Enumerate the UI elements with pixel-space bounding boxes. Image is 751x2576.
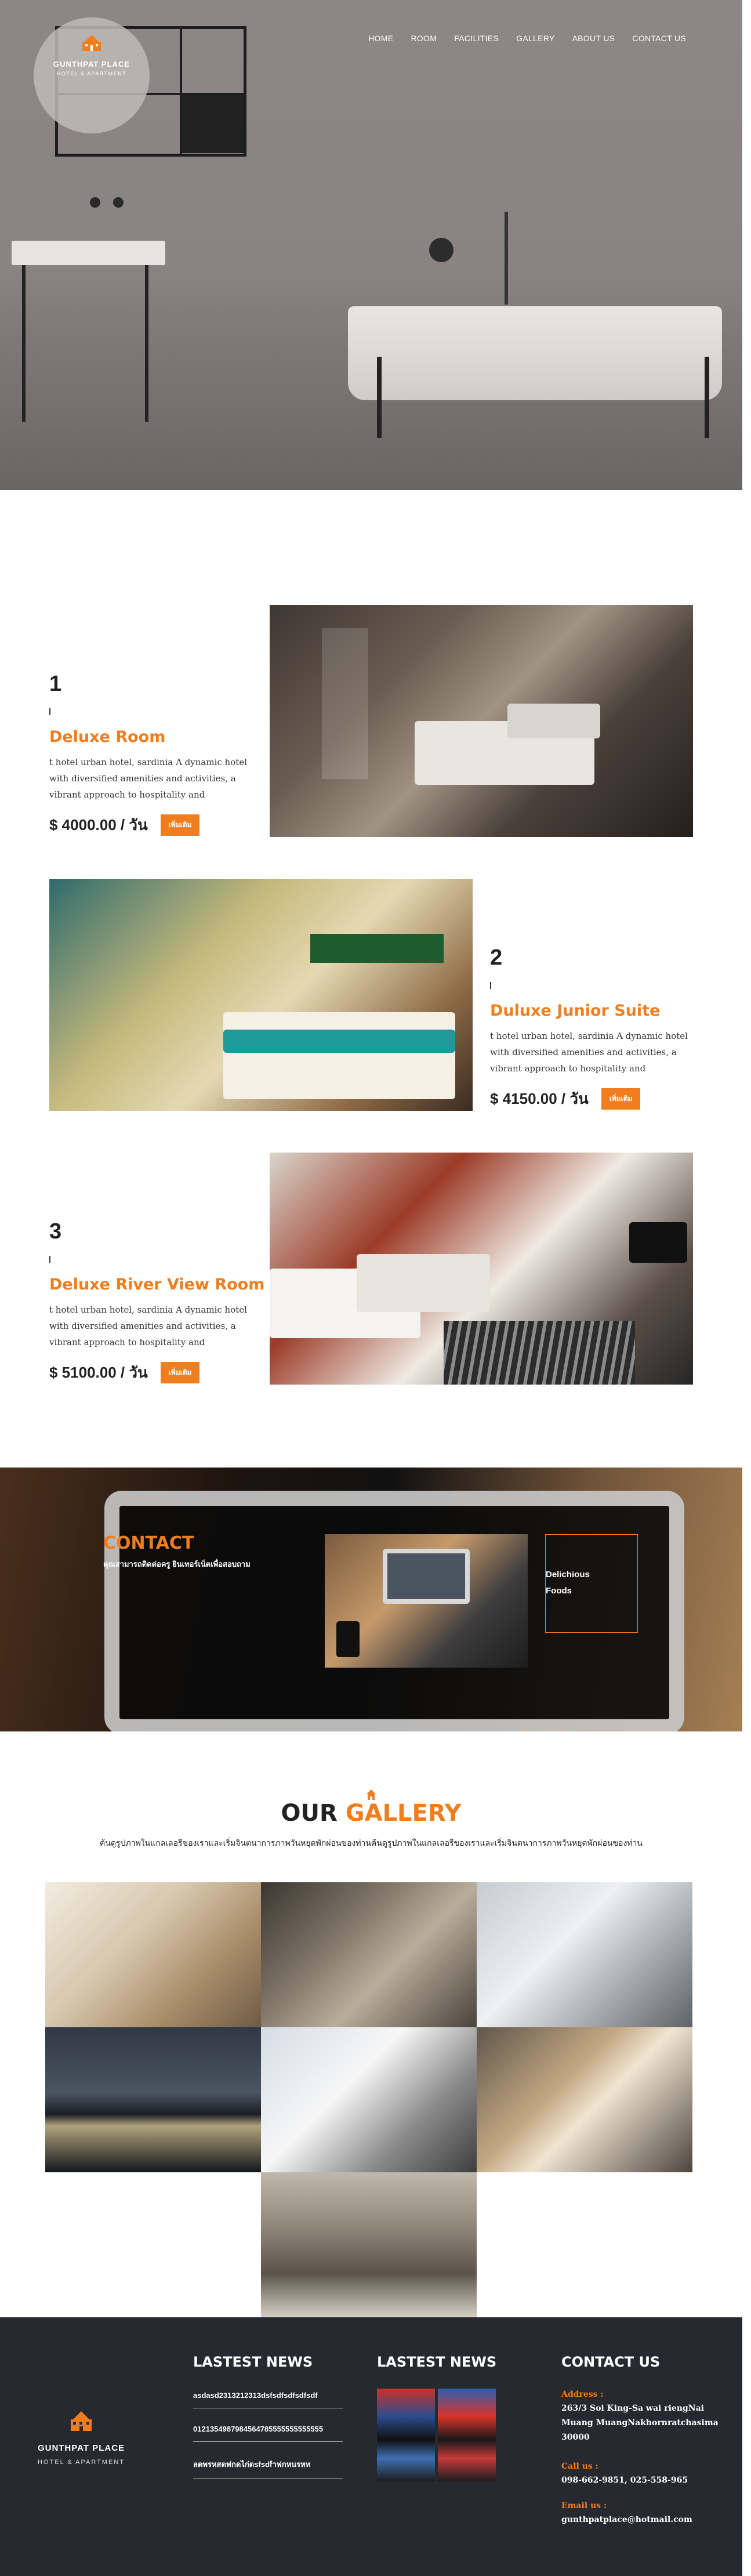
food-box-line-1: Delichious xyxy=(546,1570,590,1579)
news-item[interactable]: ลดพรหสดฟกดไก่ดsfsdfำฟกหนรหท xyxy=(193,2458,343,2479)
room-price: $ 5100.00 / วัน xyxy=(49,1364,148,1381)
call-label: Call us : xyxy=(561,2462,598,2471)
gallery-image[interactable] xyxy=(261,2027,477,2172)
email-label: Email us : xyxy=(561,2501,607,2510)
email-value[interactable]: gunthpatplace@hotmail.com xyxy=(561,2513,724,2527)
nav-gallery[interactable]: GALLERY xyxy=(516,34,554,43)
hero-bathtub xyxy=(348,306,722,400)
gallery-image[interactable] xyxy=(45,1882,261,2027)
news-item[interactable]: 0121354987984564785555555555555 xyxy=(193,2425,343,2442)
building-icon xyxy=(71,2411,92,2431)
logo-name: GUNTHPAT PLACE xyxy=(53,60,130,68)
room-card-1: 1 Deluxe Room t hotel urban hotel, sardi… xyxy=(49,672,255,837)
logo-tagline: HOTEL & APARTMENT xyxy=(56,71,127,77)
room-description: t hotel urban hotel, sardinia A dynamic … xyxy=(490,1031,688,1074)
room-description: t hotel urban hotel, sardinia A dynamic … xyxy=(49,1305,247,1347)
room-photo-river-view xyxy=(270,1153,693,1385)
room-title[interactable]: Duluxe Junior Suite xyxy=(490,1002,696,1020)
hero-sink-leg xyxy=(145,265,148,422)
footer-logo-tagline: HOTEL & APARTMENT xyxy=(38,2459,125,2466)
room-number: 2 xyxy=(490,945,503,970)
food-box-line-2: Foods xyxy=(546,1586,572,1596)
room-photo-deluxe xyxy=(270,605,693,837)
hero-bathtub-leg xyxy=(377,357,382,438)
food-box[interactable]: Delichious Foods xyxy=(545,1534,638,1633)
contact-title: CONTACT xyxy=(103,1533,194,1553)
room-title[interactable]: Deluxe River View Room xyxy=(49,1276,264,1294)
room-title[interactable]: Deluxe Room xyxy=(49,728,255,746)
room-card-2: 2 Duluxe Junior Suite t hotel urban hote… xyxy=(490,945,696,1111)
phone-illustration xyxy=(336,1621,360,1657)
room-card-3: 3 Deluxe River View Room t hotel urban h… xyxy=(49,1219,264,1385)
gallery-heading: OUR GALLERY xyxy=(0,1800,742,1827)
nav-home[interactable]: HOME xyxy=(368,34,393,43)
address-value: 263/3 Soi King-Sa wai riengNai Muang Mua… xyxy=(561,2404,719,2442)
hero-sink-leg xyxy=(22,265,26,422)
room-divider xyxy=(490,982,491,989)
room-price-row: $ 4150.00 / วัน เพิ่มเติม xyxy=(490,1087,696,1111)
more-button[interactable]: เพิ่มเติม xyxy=(160,1362,200,1383)
room-divider xyxy=(49,708,50,715)
laptop-illustration xyxy=(383,1549,470,1604)
footer-logo-name: GUNTHPAT PLACE xyxy=(37,2443,125,2453)
site-logo[interactable]: GUNTHPAT PLACE HOTEL & APARTMENT xyxy=(34,17,150,133)
footer-logo[interactable]: GUNTHPAT PLACE HOTEL & APARTMENT xyxy=(32,2410,130,2466)
gallery-heading-our: OUR xyxy=(281,1800,338,1827)
more-button[interactable]: เพิ่มเติม xyxy=(160,814,200,836)
gallery-caption: ค้นดูรูปภาพในแกลเลอรีของเราและเริ่มจินตน… xyxy=(100,1838,643,1847)
news-heading: LASTEST NEWS xyxy=(377,2354,497,2370)
nav-contact-us[interactable]: CONTACT US xyxy=(632,34,686,43)
news-item[interactable]: asdasd2313212313dsfsdfsdfsdfsdf xyxy=(193,2391,343,2408)
hero-tap xyxy=(113,197,124,208)
room-description: t hotel urban hotel, sardinia A dynamic … xyxy=(49,757,247,800)
building-icon xyxy=(82,35,101,51)
room-number: 3 xyxy=(49,1219,62,1244)
food-box-text: Delichious Foods xyxy=(546,1567,615,1599)
contact-subtitle: คุณสามารถติดต่อครู ยินเทอร์เน็ตเพื่อสอบถ… xyxy=(103,1560,251,1568)
room-price: $ 4000.00 / วัน xyxy=(49,816,148,834)
gallery-image[interactable] xyxy=(45,2027,261,2172)
contact-photo xyxy=(325,1534,528,1668)
gallery-image[interactable] xyxy=(477,2027,692,2172)
gallery-heading-gallery: GALLERY xyxy=(345,1800,462,1827)
room-price-row: $ 4000.00 / วัน เพิ่มเติม xyxy=(49,813,255,837)
news-thumbnail[interactable] xyxy=(377,2389,435,2481)
gallery-image[interactable] xyxy=(477,1882,692,2027)
address-label: Address : xyxy=(561,2390,604,2399)
room-divider xyxy=(49,1256,50,1263)
more-button[interactable]: เพิ่มเติม xyxy=(601,1088,641,1110)
building-icon xyxy=(367,1789,376,1800)
hero-floor xyxy=(0,400,742,490)
gallery-image[interactable] xyxy=(261,2172,477,2317)
phone-value[interactable]: 098-662-9851, 025-558-965 xyxy=(561,2473,724,2488)
room-photo-junior-suite xyxy=(49,879,473,1111)
news-heading: LASTEST NEWS xyxy=(193,2354,313,2370)
room-price: $ 4150.00 / วัน xyxy=(490,1090,589,1107)
room-price-row: $ 5100.00 / วัน เพิ่มเติม xyxy=(49,1361,264,1385)
hero-sink xyxy=(12,241,165,265)
main-nav: HOME ROOM FACILITIES GALLERY ABOUT US CO… xyxy=(368,34,686,43)
hero-tap xyxy=(90,197,100,208)
hero-bathtub-leg xyxy=(705,357,709,438)
nav-about-us[interactable]: ABOUT US xyxy=(572,34,615,43)
news-thumbnail[interactable] xyxy=(438,2389,496,2481)
room-number: 1 xyxy=(49,672,62,696)
nav-facilities[interactable]: FACILITIES xyxy=(454,34,499,43)
hero-shower-head xyxy=(429,238,453,262)
nav-room[interactable]: ROOM xyxy=(411,34,437,43)
gallery-image[interactable] xyxy=(261,1882,477,2027)
hero-pipe xyxy=(505,212,508,305)
contact-us-heading: CONTACT US xyxy=(561,2354,661,2370)
